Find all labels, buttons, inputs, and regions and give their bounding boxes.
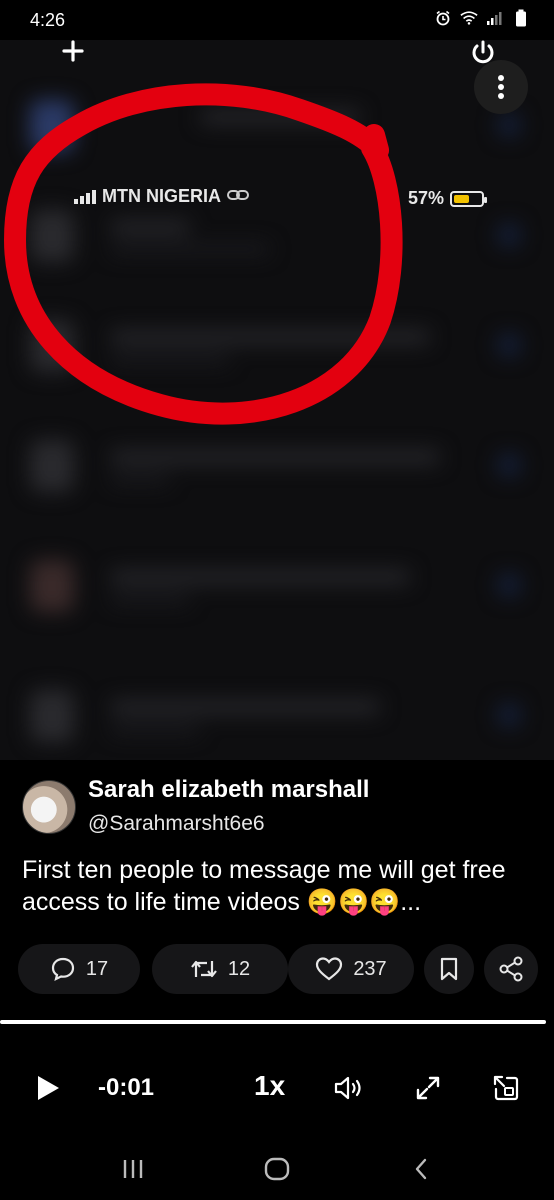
system-navigation-bar	[0, 1140, 554, 1200]
recent-apps-button[interactable]	[118, 1154, 148, 1184]
expand-icon	[416, 1076, 440, 1100]
system-icons	[434, 9, 530, 27]
bookmark-button[interactable]	[424, 944, 474, 994]
reply-button[interactable]: 17	[18, 944, 140, 994]
status-bar: 4:26	[0, 0, 554, 40]
home-button[interactable]	[260, 1152, 294, 1186]
heart-icon	[316, 957, 343, 981]
tweet-actions: 17 12 237	[18, 944, 538, 994]
more-vertical-icon	[498, 75, 504, 99]
avatar[interactable]	[22, 780, 76, 834]
back-button[interactable]	[404, 1152, 438, 1186]
blurred-row	[30, 560, 520, 612]
author-name[interactable]: Sarah elizabeth marshall	[88, 776, 369, 804]
plus-icon	[62, 40, 84, 62]
back-icon	[415, 1158, 427, 1180]
time-remaining: -0:01	[98, 1074, 155, 1101]
play-icon	[38, 1076, 59, 1100]
home-icon	[264, 1157, 290, 1181]
fullscreen-button[interactable]	[410, 1070, 446, 1106]
repost-icon	[191, 960, 217, 978]
pip-icon	[493, 1075, 519, 1101]
blurred-row	[30, 690, 520, 742]
reply-icon	[51, 957, 74, 982]
picture-in-picture-button[interactable]	[488, 1070, 524, 1106]
author-handle[interactable]: @Sarahmarsht6e6	[88, 812, 265, 836]
red-annotation-circle	[4, 83, 403, 425]
add-button[interactable]	[58, 36, 88, 66]
status-time: 4:26	[30, 10, 66, 30]
tweet-card: Sarah elizabeth marshall @Sarahmarsht6e6…	[0, 760, 554, 1022]
battery-icon	[512, 9, 530, 27]
repost-count: 12	[227, 957, 251, 980]
repost-button[interactable]: 12	[152, 944, 288, 994]
wifi-icon	[460, 10, 478, 26]
video-frame[interactable]: MTN NIGERIA 57%	[0, 40, 554, 760]
like-button[interactable]: 237	[288, 944, 414, 994]
tweet-text: First ten people to message me will get …	[22, 856, 506, 916]
speaker-icon	[334, 1076, 361, 1100]
reply-count: 17	[85, 957, 109, 980]
alarm-icon	[434, 10, 452, 26]
signal-icon	[486, 10, 504, 26]
more-options-button[interactable]	[474, 60, 528, 114]
recorded-battery-icon	[450, 190, 488, 207]
bookmark-icon	[440, 957, 458, 981]
share-button[interactable]	[484, 944, 538, 994]
video-progress-bar[interactable]	[0, 1020, 546, 1024]
like-count: 237	[353, 957, 387, 980]
player-controls: -0:01 1x	[0, 1026, 554, 1146]
playback-speed-button[interactable]: 1x	[254, 1070, 285, 1102]
volume-button[interactable]	[330, 1070, 366, 1106]
recent-apps-icon	[123, 1160, 143, 1178]
play-button[interactable]	[30, 1070, 66, 1106]
share-icon	[499, 956, 523, 982]
battery-fill	[454, 194, 469, 203]
